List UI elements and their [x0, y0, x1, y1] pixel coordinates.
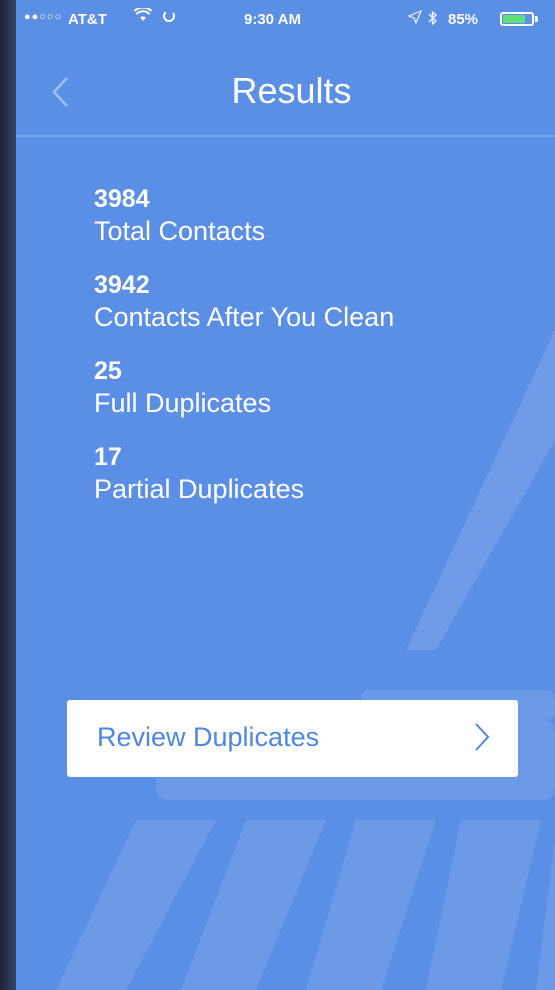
bluetooth-icon — [428, 10, 438, 29]
device-frame-edge — [0, 0, 16, 990]
battery-icon — [500, 12, 534, 26]
results-stats: 3984 Total Contacts 3942 Contacts After … — [94, 184, 394, 528]
stat-label: Total Contacts — [94, 216, 266, 246]
stat-value: 3942 — [94, 271, 150, 299]
stat-contacts-after-clean: 3942 Contacts After You Clean — [94, 270, 394, 334]
wifi-icon — [133, 6, 153, 27]
status-bar: ●●○○○ AT&T 9:30 AM 85% — [16, 0, 555, 40]
stat-value: 3984 — [94, 185, 150, 213]
chevron-right-icon — [474, 722, 490, 757]
page-title: Results — [231, 70, 352, 111]
review-duplicates-button[interactable]: Review Duplicates — [67, 700, 518, 777]
navigation-bar: Results — [16, 40, 555, 136]
stat-label: Full Duplicates — [94, 388, 272, 418]
review-duplicates-label: Review Duplicates — [97, 722, 320, 752]
nav-divider — [16, 135, 555, 137]
status-time: 9:30 AM — [244, 11, 301, 28]
stat-label: Partial Duplicates — [94, 474, 305, 504]
activity-spinner-icon — [162, 9, 176, 26]
stat-partial-duplicates: 17 Partial Duplicates — [94, 442, 394, 506]
carrier-name: AT&T — [68, 11, 107, 28]
battery-level-fill — [503, 15, 525, 23]
stat-full-duplicates: 25 Full Duplicates — [94, 356, 394, 420]
signal-strength-indicator: ●●○○○ — [24, 11, 63, 23]
location-arrow-icon — [407, 9, 423, 27]
stat-value: 25 — [94, 357, 122, 385]
battery-terminal — [535, 16, 538, 22]
stat-label: Contacts After You Clean — [94, 302, 395, 332]
battery-percent: 85% — [448, 11, 479, 28]
stat-value: 17 — [94, 443, 122, 471]
app-screen: ●●○○○ AT&T 9:30 AM 85% Results 3984 Tota… — [16, 0, 555, 990]
stat-total-contacts: 3984 Total Contacts — [94, 184, 394, 248]
